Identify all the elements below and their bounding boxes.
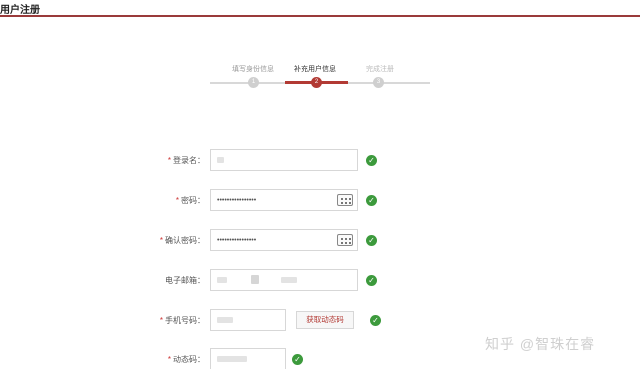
password-masked-value: •••••••••••••••• <box>217 197 257 204</box>
email-valid-icon: ✓ <box>366 275 377 286</box>
step-1-marker: 1 <box>248 77 259 88</box>
email-label: 电子邮箱： <box>165 276 205 285</box>
login-name-label-text: 登录名： <box>173 156 205 165</box>
dynamic-code-label: * 动态码： <box>0 354 205 365</box>
required-mark: * <box>167 355 171 364</box>
step-3-marker: 3 <box>373 77 384 88</box>
keyboard-icon[interactable] <box>337 234 353 246</box>
email-input[interactable] <box>210 269 358 291</box>
password-label: * 密码： <box>0 195 205 206</box>
blurred-value <box>281 276 298 283</box>
dynamic-code-input[interactable] <box>210 348 286 369</box>
step-1-label: 填写身份信息 <box>232 66 274 73</box>
step-3-label: 完成注册 <box>366 66 394 73</box>
blurred-value <box>251 275 260 285</box>
blurred-value <box>217 355 247 362</box>
get-dynamic-code-button[interactable]: 获取动态码 <box>296 311 354 329</box>
confirm-password-label-text: 确认密码： <box>165 236 205 245</box>
step-2-label: 补充用户信息 <box>294 66 336 73</box>
login-name-label: * 登录名： <box>0 155 205 166</box>
blurred-value <box>217 276 227 283</box>
password-input[interactable]: •••••••••••••••• <box>210 189 358 211</box>
blurred-value <box>217 156 224 163</box>
keyboard-icon[interactable] <box>337 194 353 206</box>
confirm-password-masked-value: •••••••••••••••• <box>217 237 257 244</box>
phone-label-text: 手机号码： <box>165 316 205 325</box>
login-name-input[interactable] <box>210 149 358 171</box>
page-header: 用户注册 <box>0 0 640 17</box>
dynamic-code-valid-icon: ✓ <box>292 354 303 365</box>
required-mark: * <box>175 196 179 205</box>
confirm-password-valid-icon: ✓ <box>366 235 377 246</box>
page-title: 用户注册 <box>0 5 40 16</box>
watermark-text: 知乎 @智珠在睿 <box>485 336 596 352</box>
login-name-row: * 登录名： ✓ <box>0 149 640 173</box>
phone-label: * 手机号码： <box>0 315 205 326</box>
step-2-marker: 2 <box>311 77 322 88</box>
password-row: * 密码： •••••••••••••••• ✓ <box>0 189 640 213</box>
header-divider <box>0 15 640 17</box>
login-name-valid-icon: ✓ <box>366 155 377 166</box>
confirm-password-input[interactable]: •••••••••••••••• <box>210 229 358 251</box>
registration-steps: 填写身份信息 补充用户信息 完成注册 1 2 3 <box>210 58 430 98</box>
phone-input[interactable] <box>210 309 286 331</box>
blurred-value <box>217 316 233 323</box>
dynamic-code-label-text: 动态码： <box>173 355 205 364</box>
phone-row: * 手机号码： 获取动态码 ✓ <box>0 309 640 333</box>
password-label-text: 密码： <box>181 196 205 205</box>
required-mark: * <box>159 236 163 245</box>
password-valid-icon: ✓ <box>366 195 377 206</box>
email-row: 电子邮箱： ✓ <box>0 269 640 293</box>
required-mark: * <box>167 156 171 165</box>
phone-valid-icon: ✓ <box>370 315 381 326</box>
required-mark: * <box>159 316 163 325</box>
step-line-3 <box>348 82 430 84</box>
confirm-password-label: * 确认密码： <box>0 235 205 246</box>
confirm-password-row: * 确认密码： •••••••••••••••• ✓ <box>0 229 640 253</box>
